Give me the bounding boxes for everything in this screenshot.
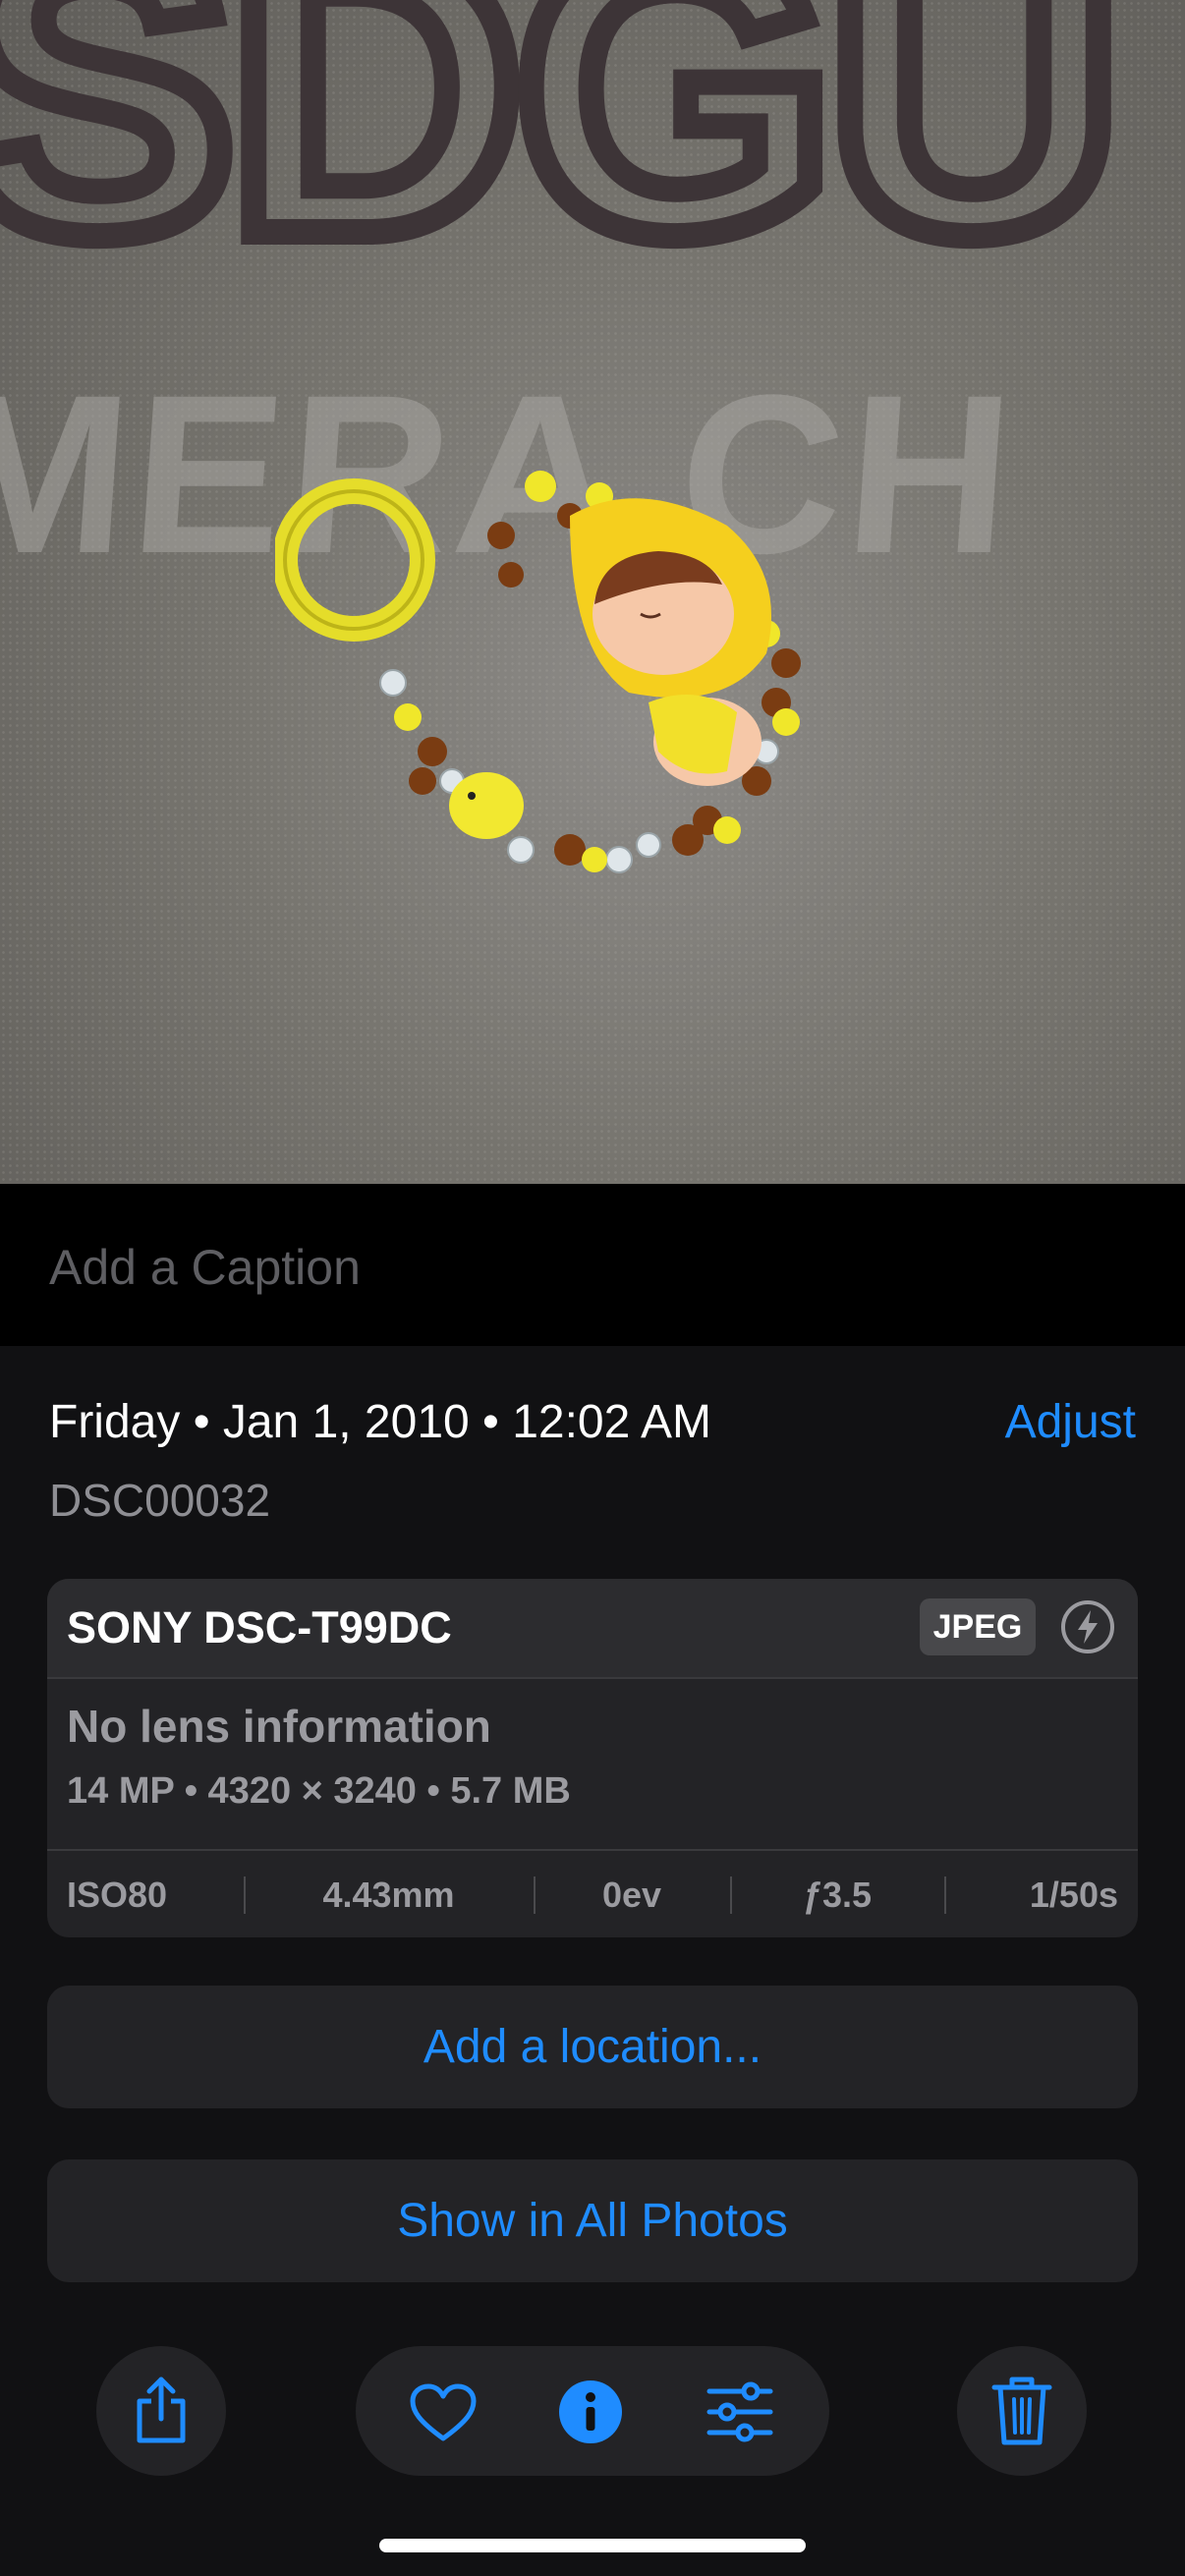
camera-info-header: SONY DSC-T99DC JPEG bbox=[47, 1579, 1138, 1679]
flash-off-icon bbox=[1061, 1600, 1114, 1653]
keychain-photo-subject bbox=[275, 471, 801, 873]
lens-info: No lens information bbox=[67, 1701, 491, 1752]
adjust-date-button[interactable]: Adjust bbox=[1005, 1395, 1136, 1449]
camera-info-card: SONY DSC-T99DC JPEG No lens information … bbox=[47, 1579, 1138, 1937]
exif-divider bbox=[944, 1876, 946, 1914]
photo-viewer[interactable]: SDGU MERA CH bbox=[0, 0, 1185, 1184]
exif-iso: ISO80 bbox=[67, 1875, 168, 1915]
share-icon bbox=[137, 2377, 186, 2443]
file-format-badge: JPEG bbox=[920, 1598, 1036, 1655]
delete-button[interactable] bbox=[957, 2346, 1087, 2476]
camera-model: SONY DSC-T99DC bbox=[67, 1602, 452, 1652]
heart-icon[interactable] bbox=[409, 2383, 478, 2442]
photo-actions-group bbox=[356, 2346, 829, 2476]
image-specs: 14 MP • 4320 × 3240 • 5.7 MB bbox=[67, 1770, 571, 1812]
exif-shutter-speed: 1/50s bbox=[1029, 1875, 1118, 1915]
show-in-all-photos-button[interactable]: Show in All Photos bbox=[47, 2159, 1138, 2282]
exif-aperture: ƒ3.5 bbox=[802, 1875, 873, 1915]
home-indicator[interactable] bbox=[379, 2539, 806, 2552]
exif-focal-length: 4.43mm bbox=[322, 1875, 455, 1915]
photo-background-lettering: SDGU bbox=[0, 0, 1136, 333]
adjust-sliders-icon[interactable] bbox=[705, 2381, 774, 2442]
trash-icon bbox=[991, 2377, 1052, 2445]
photo-filename: DSC00032 bbox=[49, 1475, 271, 1526]
exif-exposure-value: 0ev bbox=[601, 1875, 662, 1915]
caption-input[interactable] bbox=[49, 1233, 1130, 1302]
add-location-button[interactable]: Add a location... bbox=[47, 1986, 1138, 2108]
info-icon[interactable] bbox=[558, 2380, 623, 2444]
exif-row: ISO80 4.43mm 0ev ƒ3.5 1/50s bbox=[47, 1849, 1138, 1937]
share-button[interactable] bbox=[96, 2346, 226, 2476]
photo-date: Friday • Jan 1, 2010 • 12:02 AM bbox=[49, 1396, 711, 1448]
